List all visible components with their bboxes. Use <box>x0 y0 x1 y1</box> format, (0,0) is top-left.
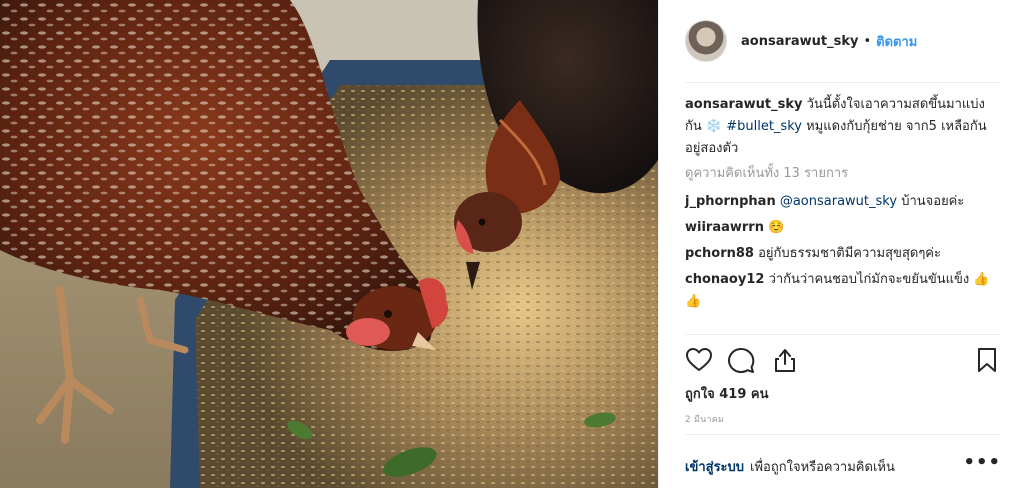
caption-username[interactable]: aonsarawut_sky <box>685 97 803 112</box>
comment-item: j_phornphan @aonsarawut_sky บ้านจอยค่ะ <box>685 191 1001 213</box>
login-link[interactable]: เข้าสู่ระบบ <box>685 456 744 477</box>
like-button[interactable] <box>685 346 713 374</box>
login-hint-text: เพื่อถูกใจหรือความคิดเห็น <box>750 460 895 475</box>
comments-section: aonsarawut_sky วันนี้ตั้งใจเอาความสดขึ้น… <box>685 94 1001 317</box>
comment-text: ☺️ <box>768 220 785 235</box>
view-all-comments-link[interactable]: ดูความคิดเห็นทั้ง 13 รายการ <box>685 163 1001 185</box>
comment-text: บ้านจอยค่ะ <box>901 194 965 209</box>
comment-button[interactable] <box>727 346 755 374</box>
comment-username[interactable]: pchorn88 <box>685 246 754 261</box>
comment-item: wiiraawrrn ☺️ <box>685 217 1001 239</box>
follow-button[interactable]: ติดตาม <box>876 31 917 52</box>
post-side-panel: aonsarawut_sky • ติดตาม aonsarawut_sky ว… <box>658 0 1024 488</box>
heart-icon <box>686 348 712 371</box>
post-actions-bar <box>685 344 1001 376</box>
post-header: aonsarawut_sky • ติดตาม <box>685 16 1001 66</box>
header-divider <box>685 82 1001 83</box>
comment-mention[interactable]: @aonsarawut_sky <box>780 194 897 209</box>
post-photo[interactable] <box>0 0 658 488</box>
more-options-icon[interactable]: ••• <box>963 452 1001 473</box>
comment-username[interactable]: wiiraawrrn <box>685 220 764 235</box>
likes-count[interactable]: ถูกใจ 419 คน <box>685 383 768 404</box>
comment-username[interactable]: j_phornphan <box>685 194 776 209</box>
caption-hashtag[interactable]: #bullet_sky <box>726 119 802 134</box>
header-separator: • <box>863 33 872 49</box>
chickens-feeding-image <box>0 0 658 488</box>
post-date[interactable]: 2 มีนาคม <box>685 412 724 426</box>
bookmark-icon <box>978 348 996 372</box>
save-button[interactable] <box>973 346 1001 374</box>
share-button[interactable] <box>771 346 799 374</box>
comment-item: chonaoy12 ว่ากันว่าคนชอบไก่มักจะขยันขันแ… <box>685 269 1001 313</box>
comment-bubble-icon <box>728 348 755 373</box>
share-icon <box>775 349 795 372</box>
actions-divider <box>685 334 1001 335</box>
comment-item: pchorn88 อยู่กับธรรมชาติมีความสุขสุดๆค่ะ <box>685 243 1001 265</box>
login-prompt: เข้าสู่ระบบ เพื่อถูกใจหรือความคิดเห็น ••… <box>685 452 1001 477</box>
avatar[interactable] <box>685 20 727 62</box>
comment-text: อยู่กับธรรมชาติมีความสุขสุดๆค่ะ <box>758 246 941 261</box>
post-caption: aonsarawut_sky วันนี้ตั้งใจเอาความสดขึ้น… <box>685 94 1001 160</box>
post-author-username[interactable]: aonsarawut_sky <box>741 34 859 49</box>
comment-username[interactable]: chonaoy12 <box>685 272 764 287</box>
footer-divider <box>685 434 1001 435</box>
